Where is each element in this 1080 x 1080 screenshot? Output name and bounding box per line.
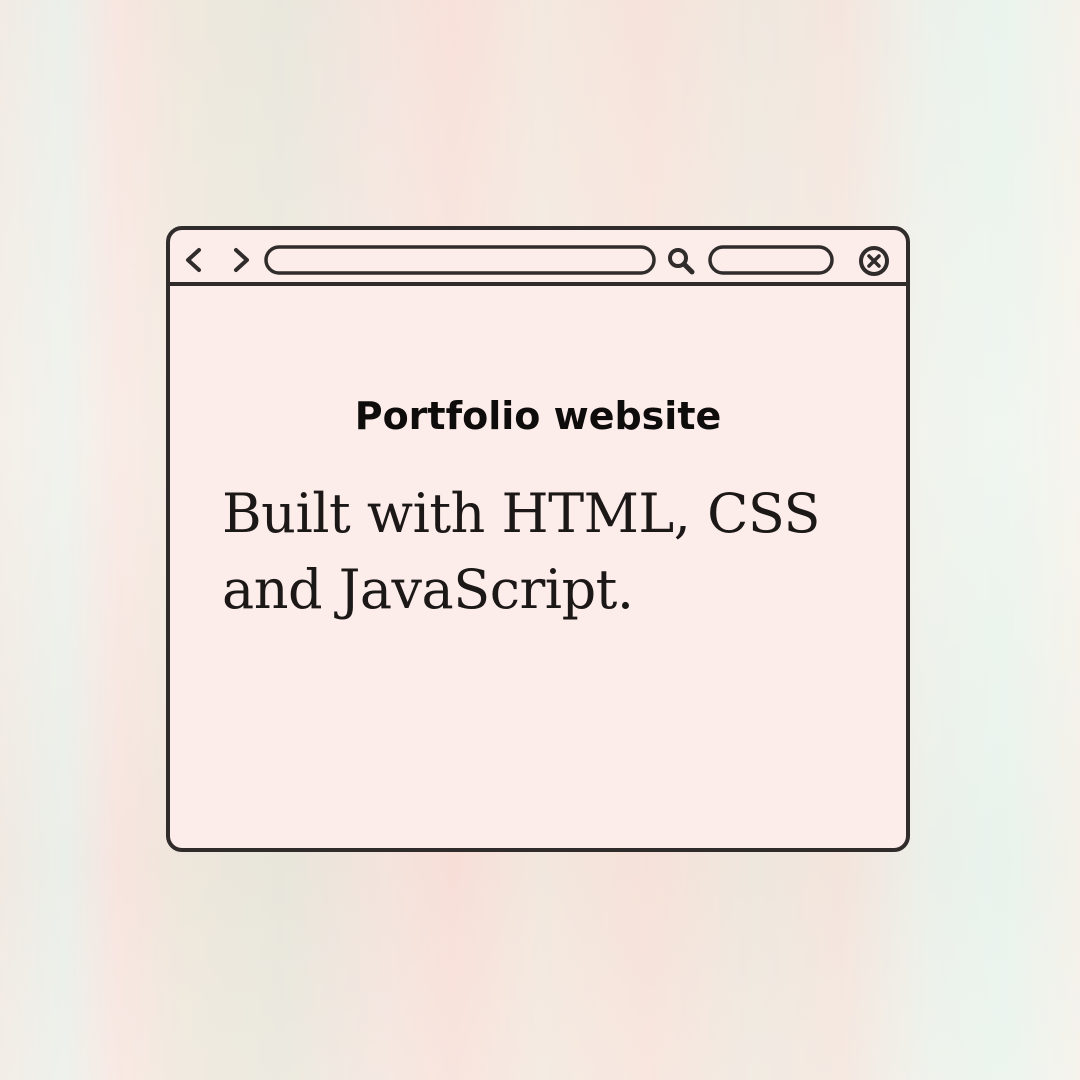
forward-icon[interactable]	[228, 244, 254, 276]
address-bar[interactable]	[264, 244, 658, 278]
page-title: Portfolio website	[354, 394, 722, 438]
secondary-field[interactable]	[708, 244, 838, 278]
page-content: Portfolio website Built with HTML, CSS a…	[170, 286, 906, 848]
page-description: Built with HTML, CSS and JavaScript.	[222, 482, 820, 621]
browser-window-illustration: Portfolio website Built with HTML, CSS a…	[166, 226, 910, 852]
back-icon[interactable]	[180, 244, 206, 276]
search-icon[interactable]	[664, 244, 698, 278]
browser-toolbar	[170, 230, 906, 286]
close-icon[interactable]	[856, 244, 892, 280]
